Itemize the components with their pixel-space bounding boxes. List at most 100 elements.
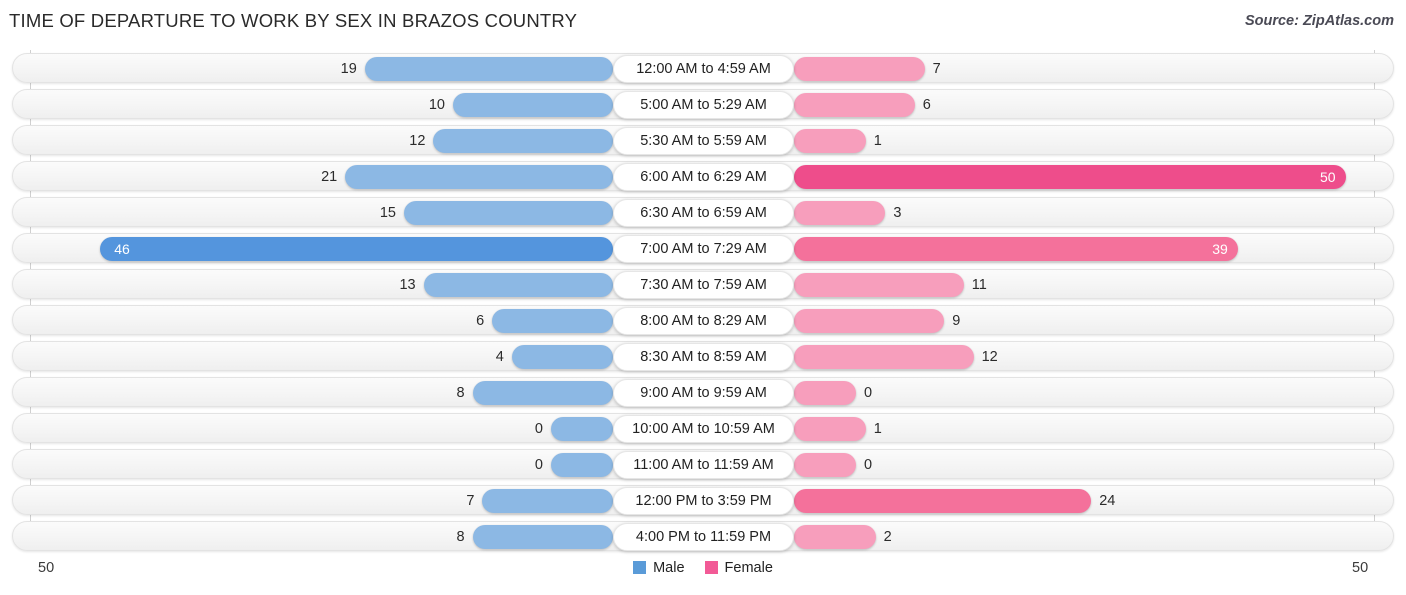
male-value-label: 15 [379,205,396,221]
male-bar[interactable] [511,345,613,369]
table-row[interactable]: 21 50 6:00 AM to 6:29 AM [12,161,1394,191]
female-bar-track: 9 [794,306,1395,336]
female-bar[interactable] [794,57,925,81]
male-bar-track: 6 [13,306,613,336]
female-bar-track: 39 [794,234,1395,264]
legend-swatch-icon [633,561,647,574]
male-bar[interactable] [345,165,613,189]
table-row[interactable]: 7 24 12:00 PM to 3:59 PM [12,485,1394,515]
male-bar[interactable] [364,57,613,81]
category-label-pill: 6:30 AM to 6:59 AM [613,199,794,227]
female-value-label: 7 [932,61,941,77]
male-bar[interactable] [453,93,613,117]
table-row[interactable]: 13 11 7:30 AM to 7:59 AM [12,269,1394,299]
male-bar-track: 0 [13,414,613,444]
table-row[interactable]: 15 3 6:30 AM to 6:59 AM [12,197,1394,227]
male-bar[interactable] [100,237,613,261]
male-bar[interactable] [551,417,613,441]
male-bar[interactable] [492,309,613,333]
table-row[interactable]: 0 0 11:00 AM to 11:59 AM [12,449,1394,479]
legend-label: Male [653,560,685,577]
male-bar[interactable] [423,273,613,297]
male-bar-track: 13 [13,270,613,300]
female-bar[interactable] [794,165,1346,189]
male-bar[interactable] [404,201,613,225]
female-value-label: 9 [952,313,961,329]
table-row[interactable]: 19 7 12:00 AM to 4:59 AM [12,53,1394,83]
female-bar-track: 7 [794,54,1395,84]
female-value-label: 0 [864,457,873,473]
female-value-label: 6 [922,97,931,113]
female-value-label: 39 [1212,241,1228,257]
category-label-pill: 12:00 PM to 3:59 PM [613,487,794,515]
female-bar[interactable] [794,237,1239,261]
male-value-label: 8 [456,385,465,401]
male-bar-track: 12 [13,126,613,156]
chart-footer: 50 50 Male Female [0,552,1406,595]
male-bar-track: 8 [13,378,613,408]
source-label: Source: ZipAtlas.com [1244,13,1394,29]
female-bar-track: 2 [794,522,1395,552]
legend-label: Female [724,560,773,577]
female-bar-track: 12 [794,342,1395,372]
female-bar[interactable] [794,129,866,153]
male-bar-track: 21 [13,162,613,192]
male-value-label: 19 [340,61,357,77]
category-label-pill: 5:00 AM to 5:29 AM [613,91,794,119]
category-label-pill: 4:00 PM to 11:59 PM [613,523,794,551]
male-bar-track: 7 [13,486,613,516]
male-bar[interactable] [482,489,613,513]
female-bar[interactable] [794,525,876,549]
female-value-label: 50 [1320,169,1336,185]
female-value-label: 3 [893,205,902,221]
category-label-pill: 12:00 AM to 4:59 AM [613,55,794,83]
female-bar[interactable] [794,345,974,369]
table-row[interactable]: 10 6 5:00 AM to 5:29 AM [12,89,1394,119]
category-label-pill: 7:30 AM to 7:59 AM [613,271,794,299]
male-value-label: 46 [114,241,130,257]
female-bar[interactable] [794,273,964,297]
female-bar-track: 1 [794,414,1395,444]
legend-item-male[interactable]: Male [633,560,685,577]
category-label-pill: 5:30 AM to 5:59 AM [613,127,794,155]
female-bar-track: 0 [794,378,1395,408]
female-bar[interactable] [794,93,915,117]
female-bar-track: 0 [794,450,1395,480]
table-row[interactable]: 46 39 7:00 AM to 7:29 AM [12,233,1394,263]
male-bar[interactable] [472,381,613,405]
female-bar-track: 1 [794,126,1395,156]
male-bar-track: 0 [13,450,613,480]
male-bar-track: 8 [13,522,613,552]
category-label-pill: 6:00 AM to 6:29 AM [613,163,794,191]
female-bar[interactable] [794,201,886,225]
female-bar-track: 50 [794,162,1395,192]
male-bar[interactable] [472,525,613,549]
male-bar[interactable] [551,453,613,477]
female-value-label: 11 [971,277,987,293]
male-bar[interactable] [433,129,613,153]
table-row[interactable]: 8 0 9:00 AM to 9:59 AM [12,377,1394,407]
table-row[interactable]: 0 1 10:00 AM to 10:59 AM [12,413,1394,443]
category-label-pill: 9:00 AM to 9:59 AM [613,379,794,407]
female-bar-track: 3 [794,198,1395,228]
female-bar[interactable] [794,417,866,441]
chart-plot-area: 19 7 12:00 AM to 4:59 AM 10 6 5:00 AM to 5:29… [0,50,1406,551]
table-row[interactable]: 4 12 8:30 AM to 8:59 AM [12,341,1394,371]
table-row[interactable]: 8 2 4:00 PM to 11:59 PM [12,521,1394,551]
category-label-pill: 10:00 AM to 10:59 AM [613,415,794,443]
female-bar[interactable] [794,489,1092,513]
female-bar[interactable] [794,453,856,477]
chart-legend: Male Female [0,560,1406,576]
legend-item-female[interactable]: Female [704,560,773,577]
male-value-label: 21 [321,169,338,185]
legend-swatch-icon [704,561,718,574]
male-value-label: 0 [534,457,543,473]
female-bar[interactable] [794,309,945,333]
category-label-pill: 8:00 AM to 8:29 AM [613,307,794,335]
male-value-label: 0 [534,421,543,437]
female-value-label: 24 [1099,493,1116,509]
female-bar[interactable] [794,381,856,405]
table-row[interactable]: 12 1 5:30 AM to 5:59 AM [12,125,1394,155]
chart-header: TIME OF DEPARTURE TO WORK BY SEX IN BRAZ… [0,0,1406,44]
table-row[interactable]: 6 9 8:00 AM to 8:29 AM [12,305,1394,335]
